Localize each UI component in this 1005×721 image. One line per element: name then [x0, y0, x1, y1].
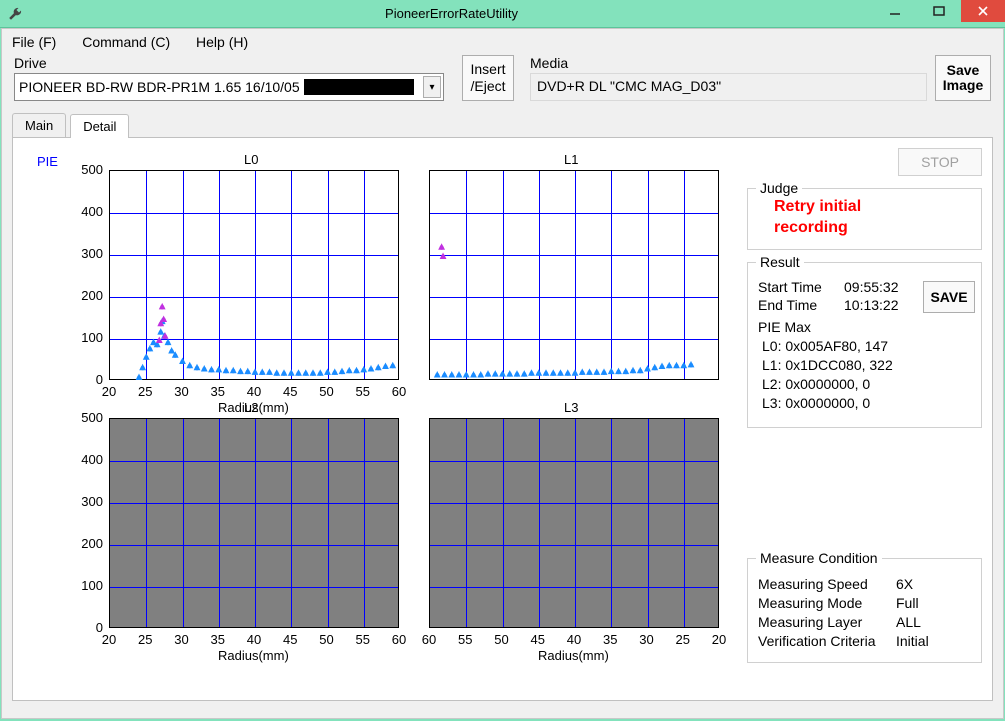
pie-max-label: PIE Max — [758, 319, 973, 335]
xtick: 60 — [417, 632, 441, 647]
xtick: 60 — [387, 384, 411, 399]
xtick: 50 — [315, 384, 339, 399]
window-title: PioneerErrorRateUtility — [30, 6, 873, 21]
ytick: 200 — [67, 536, 103, 551]
xtick: 55 — [351, 632, 375, 647]
xtick: 60 — [387, 632, 411, 647]
ytick: 400 — [67, 204, 103, 219]
xtick: 45 — [278, 632, 302, 647]
xtick: 30 — [635, 632, 659, 647]
app-body: File (F) Command (C) Help (H) Drive PION… — [1, 28, 1004, 719]
xtick: 35 — [206, 632, 230, 647]
xtick: 25 — [671, 632, 695, 647]
chart-title-l2: L2 — [244, 400, 258, 415]
media-value: DVD+R DL "CMC MAG_D03" — [530, 73, 927, 101]
end-time-label: End Time — [758, 297, 844, 313]
tab-detail[interactable]: Detail — [70, 114, 129, 138]
xtick: 50 — [490, 632, 514, 647]
sidebar: STOP Judge Retry initial recording Resul… — [741, 148, 988, 694]
ytick: 400 — [67, 452, 103, 467]
window-minimize-button[interactable] — [873, 0, 917, 22]
ytick: 300 — [67, 246, 103, 261]
xtick: 20 — [97, 632, 121, 647]
xtick: 45 — [278, 384, 302, 399]
chart-title-l1: L1 — [564, 152, 578, 167]
start-time-label: Start Time — [758, 279, 844, 295]
judge-text: Retry initial recording — [758, 197, 973, 239]
window-maximize-button[interactable] — [917, 0, 961, 22]
measure-row: Measuring ModeFull — [758, 595, 973, 611]
tab-content: PIE L05004003002001000202530354045505560… — [12, 138, 993, 701]
measure-condition-group: Measure Condition Measuring Speed6XMeasu… — [747, 558, 982, 663]
chevron-down-icon[interactable]: ▾ — [423, 76, 441, 98]
drive-serial-redacted — [304, 79, 414, 95]
xtick: 20 — [707, 632, 731, 647]
window-close-button[interactable] — [961, 0, 1005, 22]
wrench-icon — [6, 5, 24, 23]
xtick: 30 — [170, 632, 194, 647]
menubar: File (F) Command (C) Help (H) — [2, 29, 1003, 55]
xtick: 25 — [133, 384, 157, 399]
end-time-value: 10:13:22 — [844, 297, 899, 313]
menu-command[interactable]: Command (C) — [82, 34, 170, 50]
save-button[interactable]: SAVE — [923, 281, 975, 313]
menu-help[interactable]: Help (H) — [196, 34, 248, 50]
xtick: 55 — [453, 632, 477, 647]
xtick: 40 — [242, 384, 266, 399]
menu-file[interactable]: File (F) — [12, 34, 56, 50]
charts-area: PIE L05004003002001000202530354045505560… — [17, 148, 741, 694]
chart-l0 — [109, 170, 399, 380]
xtick: 40 — [562, 632, 586, 647]
titlebar: PioneerErrorRateUtility — [0, 0, 1005, 28]
xlabel: Radius(mm) — [218, 648, 289, 663]
tab-main[interactable]: Main — [12, 113, 66, 137]
pie-max-row: L0: 0x005AF80, 147 — [762, 338, 973, 354]
pie-max-row: L2: 0x0000000, 0 — [762, 376, 973, 392]
xtick: 30 — [170, 384, 194, 399]
judge-group: Judge Retry initial recording — [747, 188, 982, 250]
drive-value: PIONEER BD-RW BDR-PR1M 1.65 16/10/05 — [19, 79, 300, 95]
chart-title-l3: L3 — [564, 400, 578, 415]
ytick: 500 — [67, 410, 103, 425]
measure-row: Measuring LayerALL — [758, 614, 973, 630]
measure-row: Measuring Speed6X — [758, 576, 973, 592]
xtick: 40 — [242, 632, 266, 647]
ytick: 200 — [67, 288, 103, 303]
chart-l3 — [429, 418, 719, 628]
ytick: 100 — [67, 578, 103, 593]
judge-label: Judge — [756, 180, 802, 196]
ytick: 300 — [67, 494, 103, 509]
pie-max-row: L3: 0x0000000, 0 — [762, 395, 973, 411]
ytick: 500 — [67, 162, 103, 177]
xtick: 25 — [133, 632, 157, 647]
chart-data-l0 — [110, 171, 400, 381]
drive-label: Drive — [14, 55, 456, 71]
measure-row: Verification CriteriaInitial — [758, 633, 973, 649]
xlabel: Radius(mm) — [538, 648, 609, 663]
pie-max-row: L1: 0x1DCC080, 322 — [762, 357, 973, 373]
result-group: Result SAVE Start Time09:55:32 End Time1… — [747, 262, 982, 428]
chart-title-l0: L0 — [244, 152, 258, 167]
measure-condition-label: Measure Condition — [756, 550, 882, 566]
insert-eject-button[interactable]: Insert /Eject — [462, 55, 514, 101]
stop-button[interactable]: STOP — [898, 148, 982, 176]
result-label: Result — [756, 254, 804, 270]
ytick: 100 — [67, 330, 103, 345]
media-label: Media — [530, 55, 927, 71]
pie-axis-label: PIE — [37, 154, 58, 169]
chart-l2 — [109, 418, 399, 628]
save-image-button[interactable]: Save Image — [935, 55, 991, 101]
xtick: 50 — [315, 632, 339, 647]
chart-data-l1 — [430, 171, 720, 381]
xtick: 20 — [97, 384, 121, 399]
start-time-value: 09:55:32 — [844, 279, 899, 295]
xtick: 35 — [206, 384, 230, 399]
xtick: 35 — [598, 632, 622, 647]
tab-bar: Main Detail — [12, 113, 993, 138]
xtick: 55 — [351, 384, 375, 399]
xtick: 45 — [526, 632, 550, 647]
drive-select[interactable]: PIONEER BD-RW BDR-PR1M 1.65 16/10/05 ▾ — [14, 73, 444, 101]
chart-l1 — [429, 170, 719, 380]
